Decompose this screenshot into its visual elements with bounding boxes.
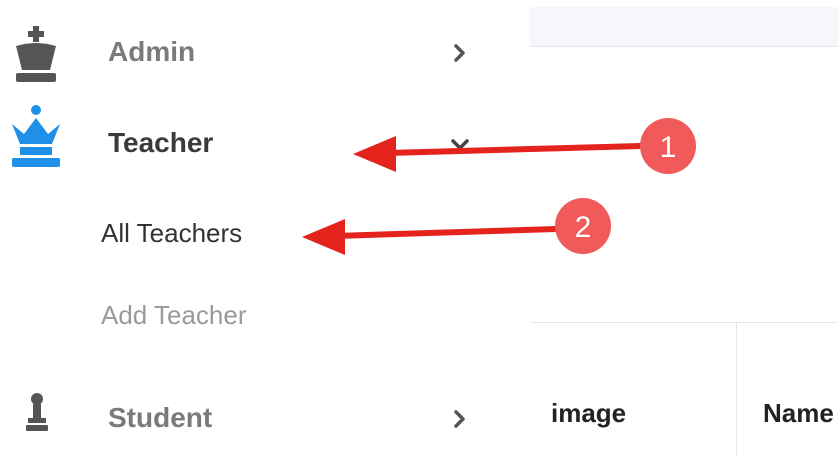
column-header-image[interactable]: image [530, 323, 737, 457]
chevron-right-icon[interactable] [448, 41, 472, 65]
chess-queen-icon [10, 104, 64, 167]
sidebar-item-teacher[interactable]: Teacher [0, 105, 500, 172]
sidebar-item-student[interactable]: Student [0, 387, 500, 447]
sidebar-item-label: Student [108, 402, 213, 433]
content-header-bar [530, 7, 838, 47]
column-header-name[interactable]: Name [737, 323, 838, 457]
chess-king-icon [10, 12, 64, 82]
chess-pawn-icon [10, 385, 64, 445]
sidebar-item-label: Teacher [108, 127, 214, 158]
chevron-right-icon[interactable] [448, 407, 472, 431]
column-header-label: Name [763, 398, 834, 428]
sidebar-item-label: Admin [108, 36, 196, 67]
table-header-row: image Name [530, 322, 838, 457]
sidebar-item-admin[interactable]: Admin [0, 22, 500, 82]
column-header-label: image [551, 398, 627, 428]
chevron-down-icon[interactable] [448, 132, 472, 156]
main-content: image Name [530, 0, 838, 457]
submenu-item-add-teacher[interactable]: Add Teacher [101, 299, 247, 331]
sidebar: Admin Teacher All Teachers Add Teacher S… [0, 0, 530, 457]
submenu-item-all-teachers[interactable]: All Teachers [101, 217, 242, 249]
